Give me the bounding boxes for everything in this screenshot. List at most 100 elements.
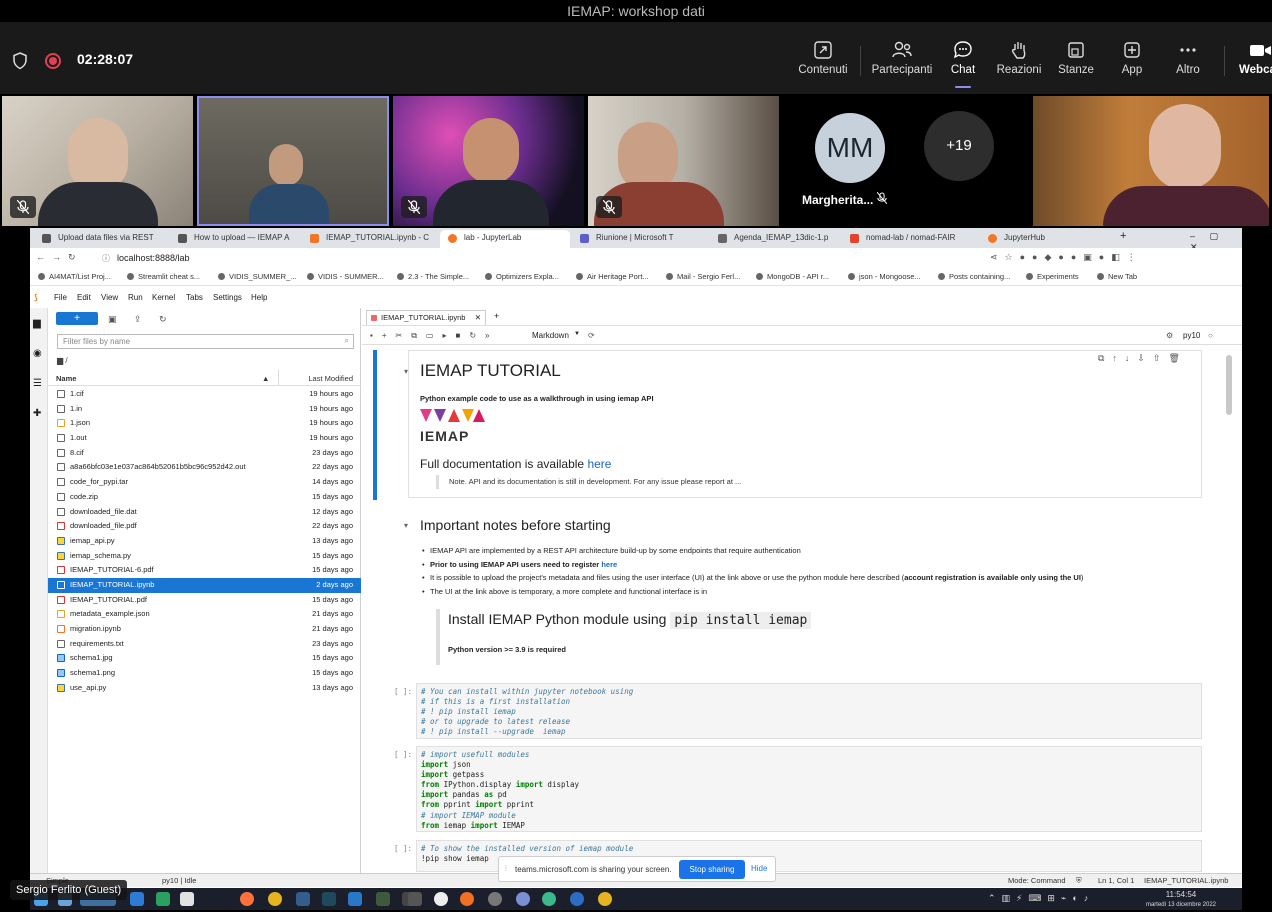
menu-tabs[interactable]: Tabs — [186, 293, 203, 302]
file-row[interactable]: 1.json 19 hours ago — [48, 416, 361, 431]
vscode-icon[interactable] — [348, 892, 362, 906]
share-content-button[interactable]: Contenuti — [791, 40, 855, 94]
drag-handle-icon[interactable]: ⦙ — [505, 864, 507, 874]
new-tab-icon[interactable]: + — [494, 311, 499, 321]
app-icon[interactable] — [376, 892, 390, 906]
modified-column-header[interactable]: Last Modified — [308, 374, 353, 383]
collapse-caret-icon[interactable]: ▾ — [404, 521, 408, 530]
toc-icon[interactable]: ☰ — [33, 378, 42, 389]
chrome-icon[interactable] — [598, 892, 612, 906]
bookmark[interactable]: Posts containing... — [938, 272, 1010, 281]
file-row[interactable]: 1.out 19 hours ago — [48, 431, 361, 446]
collapse-caret-icon[interactable]: ▾ — [404, 367, 408, 376]
app-icon[interactable] — [130, 892, 144, 906]
bookmark[interactable]: Air Heritage Port... — [576, 272, 649, 281]
toolbar-actions[interactable]: ▪+✂⧉▭▸■↻» — [370, 331, 498, 341]
register-link[interactable]: here — [601, 560, 617, 569]
info-icon[interactable]: ⓘ — [102, 253, 110, 264]
participant-avatar[interactable]: MM — [815, 113, 885, 183]
folder-icon[interactable]: ▆ — [33, 318, 41, 329]
close-icon[interactable]: ✕ — [475, 311, 481, 325]
doc-link[interactable]: here — [587, 457, 611, 471]
menu-help[interactable]: Help — [251, 293, 267, 302]
bookmark[interactable]: 2.3 - The Simple... — [397, 272, 469, 281]
kernel-name[interactable]: py10 — [1183, 331, 1200, 340]
notebook-tab[interactable]: IEMAP_TUTORIAL.ipynb ✕ — [366, 310, 486, 325]
menu-view[interactable]: View — [101, 293, 118, 302]
menu-edit[interactable]: Edit — [77, 293, 91, 302]
git-icon[interactable]: ⟳ — [588, 331, 595, 340]
file-row[interactable]: metadata_example.json 21 days ago — [48, 607, 361, 622]
file-row[interactable]: code.zip 15 days ago — [48, 490, 361, 505]
extension-icons[interactable]: ⋖☆●●◆●●▣●◧⋮ — [990, 252, 1143, 263]
browser-tab[interactable]: Riunione | Microsoft T — [572, 230, 706, 248]
chrome-icon[interactable] — [268, 892, 282, 906]
nav-buttons[interactable]: ←→↻ — [36, 252, 83, 263]
file-row[interactable]: 8.cif 23 days ago — [48, 446, 361, 461]
cell-toolbar[interactable]: ⧉↑↓⇩⇧🗑 — [1098, 353, 1188, 364]
video-tile-5[interactable] — [1033, 96, 1269, 226]
file-row[interactable]: 1.in 19 hours ago — [48, 402, 361, 417]
url-text[interactable]: localhost:8888/lab — [117, 253, 190, 263]
file-row[interactable]: 1.cif 19 hours ago — [48, 387, 361, 402]
app-icon[interactable] — [296, 892, 310, 906]
menu-file[interactable]: File — [54, 293, 67, 302]
bookmark[interactable]: AI4MAT/List Proj... — [38, 272, 111, 281]
extension-icon[interactable]: ✚ — [33, 408, 41, 419]
file-row[interactable]: downloaded_file.pdf 22 days ago — [48, 519, 361, 534]
menu-kernel[interactable]: Kernel — [152, 293, 175, 302]
bookmark[interactable]: Streamlit cheat s... — [127, 272, 200, 281]
browser-tab[interactable]: Upload data files via REST — [34, 230, 166, 248]
bookmark[interactable]: Optimizers Expla... — [485, 272, 559, 281]
app-icon[interactable] — [570, 892, 584, 906]
bookmark[interactable]: New Tab — [1097, 272, 1137, 281]
new-folder-icon[interactable]: ▣ — [108, 314, 117, 325]
app-icon[interactable] — [180, 892, 194, 906]
app-icon[interactable] — [156, 892, 170, 906]
app-icon[interactable] — [322, 892, 336, 906]
file-row[interactable]: schema1.png 15 days ago — [48, 666, 361, 681]
more-participants-badge[interactable]: +19 — [924, 111, 994, 181]
chat-button[interactable]: Chat — [931, 40, 995, 94]
video-tile-3[interactable] — [393, 96, 584, 226]
browser-tab[interactable]: How to upload — IEMAP A — [170, 230, 302, 248]
file-row-selected[interactable]: IEMAP_TUTORIAL.ipynb 2 days ago — [48, 577, 361, 593]
file-row[interactable]: requirements.txt 23 days ago — [48, 637, 361, 652]
new-tab-icon[interactable]: + — [1120, 230, 1126, 242]
rooms-button[interactable]: Stanze — [1044, 40, 1108, 94]
file-row[interactable]: use_api.py 13 days ago — [48, 681, 361, 696]
code-cell[interactable]: # import usefull modules import json imp… — [416, 746, 1202, 832]
system-tray-icons[interactable]: ⌃▥⚡⌨⊞⌁◐♪ — [988, 893, 1094, 904]
app-icon[interactable] — [516, 892, 530, 906]
webcam-button[interactable]: Webca — [1232, 40, 1272, 94]
file-filter-input[interactable]: Filter files by name ⌕ — [57, 334, 354, 349]
participants-button[interactable]: Partecipanti — [870, 40, 934, 94]
file-row[interactable]: migration.ipynb 21 days ago — [48, 622, 361, 637]
menu-run[interactable]: Run — [128, 293, 143, 302]
browser-tab-active[interactable]: lab - JupyterLab — [440, 230, 570, 248]
file-row[interactable]: iemap_schema.py 15 days ago — [48, 549, 361, 564]
taskbar-clock[interactable]: 11:54:54 martedì 13 dicembre 2022 — [1146, 890, 1216, 910]
app-icon[interactable] — [408, 892, 422, 906]
video-tile-4[interactable] — [588, 96, 779, 226]
scrollbar[interactable] — [1226, 355, 1232, 415]
file-row[interactable]: iemap_api.py 13 days ago — [48, 534, 361, 549]
file-row[interactable]: schema1.jpg 15 days ago — [48, 651, 361, 666]
file-row[interactable]: downloaded_file.dat 12 days ago — [48, 505, 361, 520]
kernel-status[interactable]: py10 | Idle — [162, 874, 196, 887]
app-icon[interactable] — [542, 892, 556, 906]
stop-sharing-button[interactable]: Stop sharing — [679, 860, 745, 879]
app-icon[interactable] — [460, 892, 474, 906]
refresh-icon[interactable]: ↻ — [159, 314, 167, 325]
hide-button[interactable]: Hide — [751, 864, 767, 873]
app-icon[interactable] — [488, 892, 502, 906]
cursor-position[interactable]: Ln 1, Col 1 — [1098, 874, 1134, 887]
menu-settings[interactable]: Settings — [213, 293, 242, 302]
video-tile-1[interactable] — [2, 96, 193, 226]
browser-tab[interactable]: IEMAP_TUTORIAL.ipynb - C — [302, 230, 438, 248]
upload-icon[interactable]: ⇪ — [134, 314, 142, 325]
video-tile-2-active-speaker[interactable] — [197, 96, 389, 226]
name-column-header[interactable]: Name — [56, 374, 76, 383]
running-icon[interactable]: ◉ — [33, 348, 42, 359]
file-row[interactable]: code_for_pypi.tar 14 days ago — [48, 475, 361, 490]
